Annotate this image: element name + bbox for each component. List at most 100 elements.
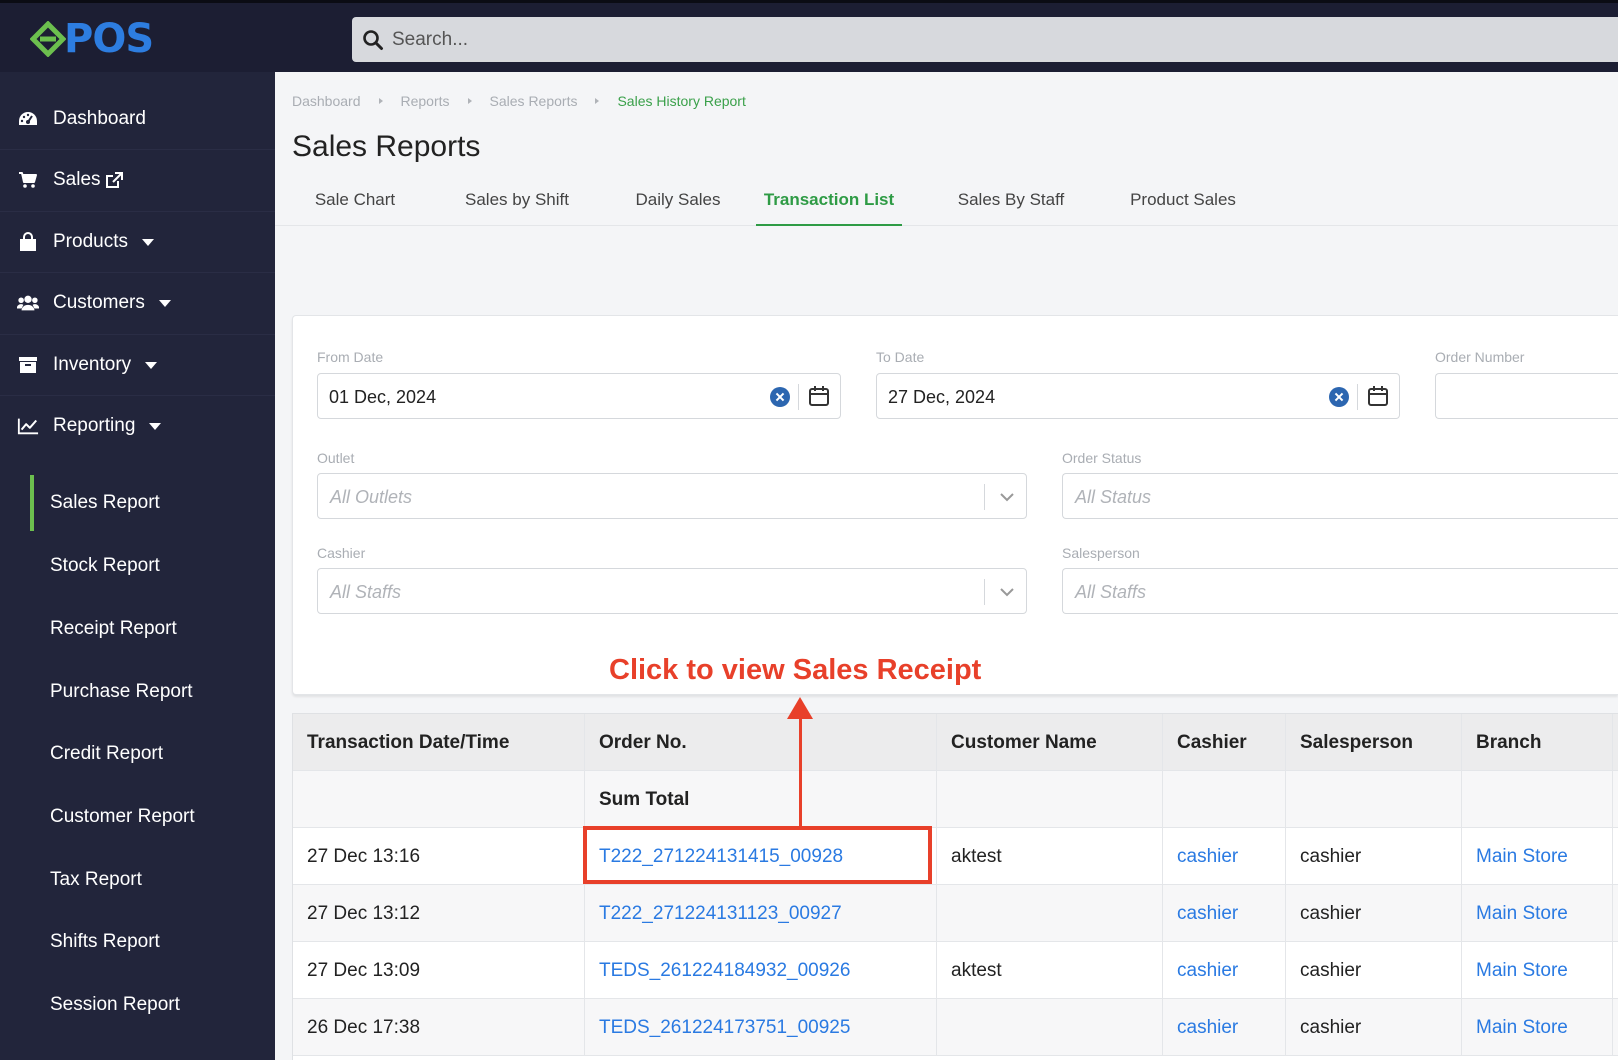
sidebar-subitem-shifts-report[interactable]: Shifts Report [0, 914, 275, 970]
caret-down-icon [149, 422, 162, 430]
branch-link[interactable]: Main Store [1462, 999, 1613, 1056]
sidebar-subitem-sales-report[interactable]: Sales Report [0, 475, 275, 531]
tab-daily-sales[interactable]: Daily Sales [621, 172, 735, 226]
sidebar-item-sales[interactable]: Sales [0, 150, 275, 210]
customer-cell: aktest [937, 942, 1163, 999]
breadcrumb-sales-reports[interactable]: Sales Reports [490, 93, 578, 109]
sidebar-item-dashboard[interactable]: Dashboard [0, 89, 275, 149]
branch-link[interactable]: Main Store [1462, 885, 1613, 942]
branch-link[interactable]: Main Store [1462, 942, 1613, 999]
column-header-customer[interactable]: Customer Name [937, 714, 1163, 771]
tab-transaction-list[interactable]: Transaction List [756, 172, 902, 226]
sidebar-subitem-label: Credit Report [50, 743, 163, 764]
shopping-bag-icon [17, 231, 39, 253]
breadcrumb-separator-icon [595, 98, 600, 104]
from-date-value: 01 Dec, 2024 [329, 387, 437, 407]
customer-cell: aktest [937, 828, 1163, 885]
table-cell [1462, 771, 1613, 828]
sidebar-subitem-session-report[interactable]: Session Report [0, 977, 275, 1033]
cashier-label: Cashier [317, 545, 366, 561]
salesperson-select[interactable]: All Staffs [1062, 568, 1618, 614]
sidebar-item-inventory[interactable]: Inventory [0, 335, 275, 395]
line-chart-icon [17, 415, 39, 437]
salesperson-placeholder: All Staffs [1075, 582, 1147, 602]
sum-total-label: Sum Total [585, 771, 937, 828]
breadcrumb-current: Sales History Report [617, 93, 746, 109]
sidebar-subitem-label: Stock Report [50, 555, 160, 576]
sidebar-subitem-receipt-report[interactable]: Receipt Report [0, 601, 275, 657]
order-status-select[interactable]: All Status [1062, 473, 1618, 519]
breadcrumb-dashboard[interactable]: Dashboard [292, 93, 361, 109]
cashier-link[interactable]: cashier [1163, 885, 1286, 942]
sidebar-item-label: Sales [53, 169, 101, 190]
calendar-icon[interactable] [1367, 385, 1389, 407]
tab-sales-by-staff[interactable]: Sales By Staff [939, 172, 1083, 226]
tab-sales-by-shift[interactable]: Sales by Shift [447, 172, 587, 226]
clear-icon[interactable] [1329, 387, 1349, 407]
clear-icon[interactable] [770, 387, 790, 407]
column-header-branch[interactable]: Branch [1462, 714, 1613, 771]
divider [984, 579, 985, 605]
cashier-link[interactable]: cashier [1163, 999, 1286, 1056]
transaction-table: Transaction Date/Time Order No. Customer… [292, 713, 1618, 1060]
report-tabs: Sale Chart Sales by Shift Daily Sales Tr… [275, 172, 1618, 226]
order-status-label: Order Status [1062, 450, 1142, 466]
order-number-link[interactable]: TEDS_261224184932_00926 [585, 942, 937, 999]
branch-link[interactable]: Main Store [1462, 828, 1613, 885]
external-link-icon [105, 171, 124, 190]
caret-down-icon [145, 361, 158, 369]
to-date-field[interactable]: 27 Dec, 2024 [876, 373, 1400, 419]
filter-panel: From Date 01 Dec, 2024 To Date 27 Dec, 2… [292, 315, 1618, 695]
tab-sale-chart[interactable]: Sale Chart [296, 172, 414, 226]
order-status-placeholder: All Status [1075, 487, 1152, 507]
outlet-select[interactable]: All Outlets [317, 473, 1027, 519]
chevron-down-icon[interactable] [997, 582, 1017, 602]
calendar-icon[interactable] [808, 385, 830, 407]
tab-product-sales[interactable]: Product Sales [1113, 172, 1253, 226]
datetime-cell: 27 Dec 13:12 [293, 885, 585, 942]
sidebar-item-products[interactable]: Products [0, 212, 275, 272]
users-icon [17, 292, 39, 314]
table-cell [1163, 771, 1286, 828]
divider [984, 484, 985, 510]
column-header-cashier[interactable]: Cashier [1163, 714, 1286, 771]
customer-cell [937, 885, 1163, 942]
sidebar-subitem-label: Sales Report [50, 492, 160, 513]
sidebar-subitem-purchase-report[interactable]: Purchase Report [0, 664, 275, 720]
chevron-down-icon[interactable] [997, 487, 1017, 507]
sidebar-subitem-customer-report[interactable]: Customer Report [0, 789, 275, 845]
search-bar[interactable] [352, 17, 1618, 62]
column-header-salesperson[interactable]: Salesperson [1286, 714, 1462, 771]
to-date-value: 27 Dec, 2024 [888, 387, 996, 407]
sidebar: Dashboard Sales Products Customers Inven… [0, 72, 275, 1060]
cart-icon [17, 169, 39, 191]
from-date-field[interactable]: 01 Dec, 2024 [317, 373, 841, 419]
column-header-datetime[interactable]: Transaction Date/Time [293, 714, 585, 771]
sidebar-subitem-stock-report[interactable]: Stock Report [0, 538, 275, 594]
sidebar-subitem-credit-report[interactable]: Credit Report [0, 726, 275, 782]
table-row: 27 Dec 13:16 T222_271224131415_00928 akt… [293, 828, 1618, 885]
sidebar-item-customers[interactable]: Customers [0, 273, 275, 333]
sidebar-subitem-label: Tax Report [50, 869, 142, 890]
cashier-select[interactable]: All Staffs [317, 568, 1027, 614]
page-title: Sales Reports [292, 130, 481, 163]
sidebar-subitem-label: Customer Report [50, 806, 195, 827]
caret-down-icon [158, 299, 171, 307]
sidebar-subitem-label: Receipt Report [50, 618, 177, 639]
archive-icon [17, 354, 39, 376]
search-input[interactable] [392, 28, 1392, 51]
cashier-link[interactable]: cashier [1163, 942, 1286, 999]
cashier-link[interactable]: cashier [1163, 828, 1286, 885]
order-number-link[interactable]: TEDS_261224173751_00925 [585, 999, 937, 1056]
search-icon [363, 29, 383, 50]
epos-logo[interactable]: POS [30, 17, 154, 61]
order-number-field[interactable] [1435, 373, 1618, 419]
column-header-order-no[interactable]: Order No. [585, 714, 937, 771]
salesperson-label: Salesperson [1062, 545, 1140, 561]
outlet-placeholder: All Outlets [330, 487, 413, 507]
order-number-link[interactable]: T222_271224131123_00927 [585, 885, 937, 942]
sidebar-item-reporting[interactable]: Reporting [0, 396, 275, 456]
sidebar-subitem-label: Session Report [50, 994, 180, 1015]
breadcrumb-reports[interactable]: Reports [401, 93, 450, 109]
sidebar-subitem-tax-report[interactable]: Tax Report [0, 852, 275, 908]
